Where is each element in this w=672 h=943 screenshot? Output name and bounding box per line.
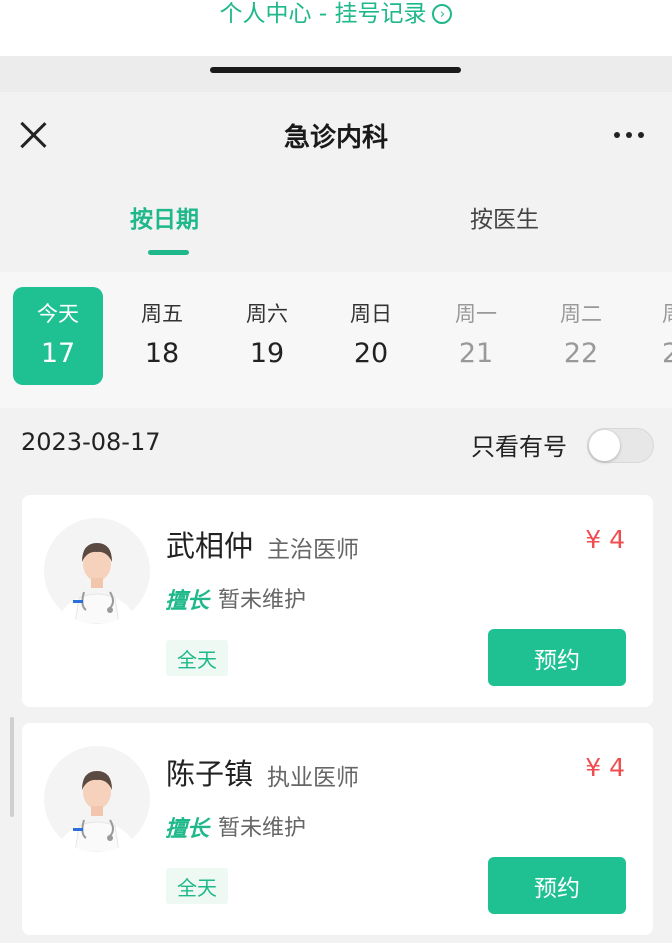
book-button[interactable]: 预约: [488, 857, 626, 914]
day-item[interactable]: 周一 21: [431, 287, 521, 385]
doctor-price: ¥ 4: [585, 525, 625, 554]
day-name: 周: [662, 298, 672, 328]
available-only-label: 只看有号: [471, 433, 567, 461]
day-name: 周二: [560, 302, 602, 326]
tab-bar: 按日期 按医生: [0, 192, 672, 262]
page-title: 急诊内科: [283, 122, 388, 153]
day-number: 19: [249, 338, 285, 369]
day-name: 周六: [246, 302, 288, 326]
doctor-card[interactable]: 武相仲 主治医师 ¥ 4 擅长 暂未维护 全天 预约: [22, 495, 653, 707]
selected-date: 2023-08-17: [21, 428, 161, 456]
date-filter-row: 2023-08-17 只看有号: [0, 408, 672, 480]
day-number: 21: [458, 338, 494, 369]
specialty-text: 暂未维护: [218, 816, 307, 841]
doctor-avatar: [44, 746, 150, 852]
sheet-grabber-handle[interactable]: [210, 67, 461, 73]
day-item[interactable]: 周日 20: [326, 287, 416, 385]
day-item[interactable]: 周六 19: [222, 287, 312, 385]
doctor-title: 主治医师: [267, 537, 359, 563]
doctor-card[interactable]: 陈子镇 执业医师 ¥ 4 擅长 暂未维护 全天 预约: [22, 723, 653, 935]
doctor-title: 执业医师: [267, 765, 359, 791]
sheet-grabber-area: [0, 56, 672, 92]
specialty-badge: 擅长: [165, 817, 210, 842]
time-slot-badge: 全天: [166, 640, 228, 676]
day-number: 17: [40, 338, 76, 369]
day-selector: 今天 17 周五 18 周六 19 周日 20 周一 21 周二 22 周 2: [0, 272, 672, 408]
doctor-price: ¥ 4: [585, 753, 625, 782]
day-number: 2: [662, 338, 672, 369]
day-name: 周日: [350, 302, 392, 326]
bottom-sheet: 急诊内科 按日期 按医生 今天 17 周五 18 周六 19 周日 20 周一 …: [0, 92, 672, 943]
day-number: 20: [353, 338, 389, 369]
day-number: 22: [563, 338, 599, 369]
doctor-avatar: [44, 518, 150, 624]
doctor-avatar-icon: [57, 543, 137, 624]
day-item-today[interactable]: 今天 17: [13, 287, 103, 385]
doctor-name: 武相仲: [166, 529, 254, 563]
doctor-name: 陈子镇: [166, 757, 254, 791]
header: 急诊内科: [0, 92, 672, 178]
tab-active-indicator: [148, 250, 189, 255]
day-item[interactable]: 周五 18: [117, 287, 207, 385]
close-icon[interactable]: [18, 120, 48, 150]
circle-chevron-right-icon: ›: [432, 4, 453, 24]
day-number: 18: [144, 338, 180, 369]
day-name: 周五: [141, 302, 183, 326]
day-item[interactable]: 周二 22: [536, 287, 626, 385]
banner-link[interactable]: 个人中心 - 挂号记录 ›: [220, 0, 453, 28]
day-item-partial[interactable]: 周 2: [640, 287, 672, 385]
specialty-badge: 擅长: [165, 589, 210, 614]
top-banner[interactable]: 个人中心 - 挂号记录 ›: [0, 0, 672, 56]
scrollbar[interactable]: [10, 717, 14, 817]
tab-by-doctor[interactable]: 按医生: [470, 200, 539, 234]
day-name: 今天: [37, 302, 79, 326]
time-slot-badge: 全天: [166, 868, 228, 904]
available-only-toggle[interactable]: [587, 428, 654, 463]
tab-by-date[interactable]: 按日期: [130, 200, 199, 234]
toggle-knob: [589, 430, 620, 461]
day-name: 周一: [455, 302, 497, 326]
more-dots-icon[interactable]: [614, 132, 644, 138]
specialty-text: 暂未维护: [218, 588, 307, 613]
banner-text: 个人中心 - 挂号记录: [219, 1, 427, 27]
doctor-avatar-icon: [57, 771, 137, 852]
book-button[interactable]: 预约: [488, 629, 626, 686]
